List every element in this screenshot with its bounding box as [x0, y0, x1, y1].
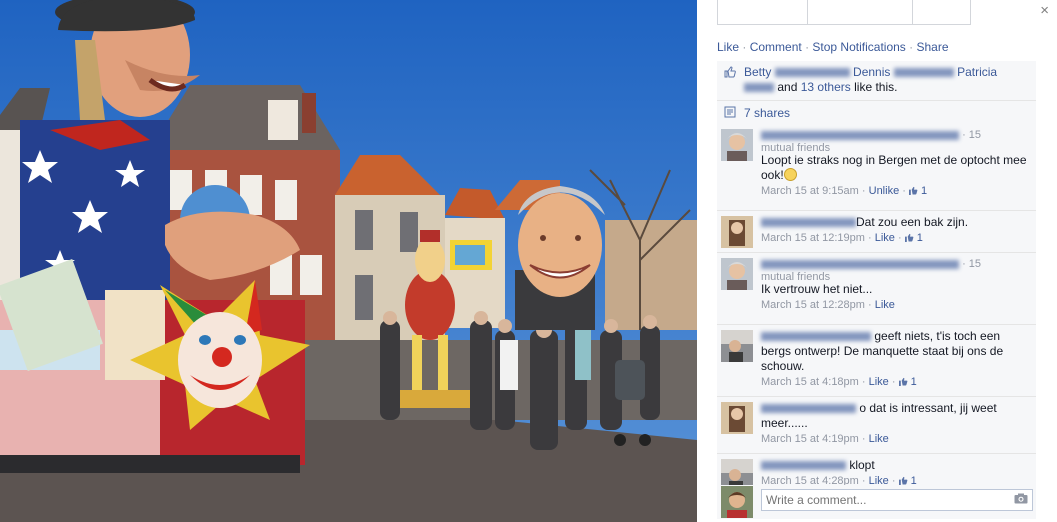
- comment-link[interactable]: Comment: [750, 40, 802, 54]
- comment-like-count[interactable]: 1: [904, 232, 923, 244]
- shares-row: 7 shares: [717, 101, 1036, 126]
- comment-time[interactable]: March 15 at 12:19pm: [761, 232, 865, 244]
- top-button-right[interactable]: [913, 0, 970, 24]
- mutual-friends-label: mutual friends: [761, 142, 831, 154]
- comment-body: Dat zou een bak zijn.: [856, 215, 969, 229]
- top-button-left[interactable]: [718, 0, 809, 24]
- avatar[interactable]: [721, 216, 753, 248]
- redacted-author-name: [761, 461, 846, 471]
- comment-like-count[interactable]: 1: [908, 185, 928, 197]
- comment-time[interactable]: March 15 at 9:15am: [761, 185, 859, 197]
- comment-item: geeft niets, t'is toch een bergs ontwerp…: [717, 325, 1036, 397]
- comment-like-count[interactable]: 1: [898, 376, 917, 388]
- thumbs-up-icon: [898, 476, 907, 485]
- comment-time[interactable]: March 15 at 12:28pm: [761, 299, 865, 311]
- mutual-friends-label: mutual friends: [761, 271, 831, 283]
- top-button-middle[interactable]: [808, 0, 914, 24]
- post-actions: Like · Comment · Stop Notifications · Sh…: [717, 40, 949, 54]
- comment-unlike-link[interactable]: Unlike: [869, 185, 900, 197]
- redacted-author-name: [761, 218, 856, 228]
- thumbs-up-icon: [908, 186, 918, 195]
- comment-body: Loopt ie straks nog in Bergen met de opt…: [761, 153, 1027, 182]
- like-count: 1: [910, 376, 917, 388]
- comment-time[interactable]: March 15 at 4:18pm: [761, 376, 859, 388]
- likes-suffix: like this.: [854, 80, 898, 94]
- comment-meta: March 15 at 9:15am · Unlike · 1: [761, 185, 928, 197]
- comment-meta: March 15 at 12:28pm · Like: [761, 299, 895, 311]
- comment-text: Loopt ie straks nog in Bergen met de opt…: [761, 153, 1028, 183]
- redacted-author-name: [761, 259, 959, 269]
- comment-like-link[interactable]: Like: [869, 433, 889, 445]
- avatar[interactable]: [721, 258, 753, 290]
- redacted-author-name: [761, 332, 871, 342]
- avatar[interactable]: [721, 330, 753, 362]
- comment-author[interactable]: · 15: [761, 257, 1028, 272]
- camera-icon[interactable]: [1014, 493, 1028, 504]
- comment-item: · 15 mutual friends Loopt ie straks nog …: [717, 124, 1036, 211]
- mutual-count: · 15: [962, 129, 982, 141]
- liker-name[interactable]: Patricia: [957, 65, 997, 79]
- comment-text: Dat zou een bak zijn.: [761, 215, 1028, 230]
- comment-like-link[interactable]: Like: [875, 299, 895, 311]
- comment-meta: March 15 at 12:19pm · Like · 1: [761, 232, 923, 244]
- like-count: 1: [916, 232, 923, 244]
- redacted-author-name: [761, 130, 959, 140]
- stop-notifications-link[interactable]: Stop Notifications: [812, 40, 905, 54]
- liker-name[interactable]: Betty: [744, 65, 771, 79]
- avatar[interactable]: [721, 129, 753, 161]
- share-link[interactable]: Share: [916, 40, 948, 54]
- comment-meta: March 15 at 4:19pm · Like: [761, 433, 889, 445]
- likes-summary: Betty Dennis Patricia and 13 others like…: [717, 61, 1036, 101]
- smiley-emoji-icon: [783, 168, 797, 181]
- top-button-bar: [717, 0, 971, 25]
- comment-item: · 15 mutual friends Ik vertrouw het niet…: [717, 253, 1036, 325]
- likes-box: Betty Dennis Patricia and 13 others like…: [717, 61, 1036, 126]
- comment-body: klopt: [849, 458, 875, 472]
- separator: ·: [805, 40, 810, 54]
- comment-item: Dat zou een bak zijn. March 15 at 12:19p…: [717, 211, 1036, 253]
- comment-item: o dat is intressant, jij weet meer......…: [717, 397, 1036, 454]
- separator: ·: [909, 40, 914, 54]
- thumbs-up-icon: [898, 377, 907, 386]
- comment-input[interactable]: [761, 489, 1033, 511]
- close-icon[interactable]: ×: [1040, 2, 1049, 19]
- shares-icon: [724, 106, 736, 118]
- comment-time[interactable]: March 15 at 4:19pm: [761, 433, 859, 445]
- comment-text: geeft niets, t'is toch een bergs ontwerp…: [761, 329, 1028, 374]
- comment-meta: March 15 at 4:18pm · Like · 1: [761, 376, 917, 388]
- shares-link[interactable]: 7 shares: [744, 106, 790, 120]
- likes-others-link[interactable]: 13 others: [801, 80, 851, 94]
- redacted-surname: [774, 68, 850, 78]
- liker-name[interactable]: Dennis: [853, 65, 890, 79]
- redacted-author-name: [761, 404, 856, 414]
- comment-text: o dat is intressant, jij weet meer......: [761, 401, 1028, 431]
- comment-sidebar: × Like · Comment · Stop Notifications · …: [697, 0, 1057, 522]
- comment-list: · 15 mutual friends Loopt ie straks nog …: [717, 124, 1036, 491]
- like-count: 1: [921, 185, 928, 197]
- write-comment-box: [717, 485, 1036, 519]
- comment-text: Ik vertrouw het niet...: [761, 282, 873, 296]
- avatar[interactable]: [721, 402, 753, 434]
- likes-and-text: and: [777, 80, 798, 94]
- comment-like-link[interactable]: Like: [875, 232, 895, 244]
- like-link[interactable]: Like: [717, 40, 739, 54]
- thumbs-up-icon: [904, 233, 914, 242]
- separator: ·: [742, 40, 747, 54]
- thumbs-up-icon: [724, 66, 736, 78]
- comment-author[interactable]: · 15: [761, 128, 1028, 143]
- mutual-count: · 15: [962, 258, 982, 270]
- redacted-surname: [893, 68, 954, 78]
- avatar: [721, 486, 753, 518]
- carnival-photo: [0, 0, 697, 522]
- comment-text: klopt: [761, 458, 1028, 473]
- redacted-surname: [744, 83, 774, 93]
- comment-like-link[interactable]: Like: [869, 376, 889, 388]
